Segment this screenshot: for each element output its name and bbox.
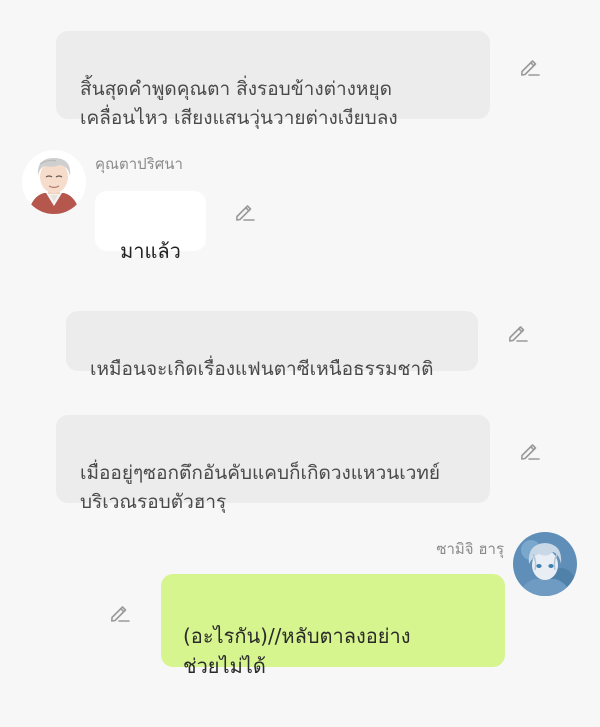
edit-icon[interactable] bbox=[518, 55, 542, 79]
grandpa-name: คุณตาปริศนา bbox=[95, 155, 183, 173]
edit-icon[interactable] bbox=[233, 200, 257, 224]
narration-bubble: เมื่ออยู่ๆซอกตึกอันคับแคบก็เกิดวงแหวนเวท… bbox=[56, 415, 490, 513]
narration-bubble: เหมือนจะเกิดเรื่องแฟนตาซีเหนือธรรมชาติ bbox=[66, 311, 478, 380]
message-text: มาแล้ว bbox=[120, 239, 181, 263]
outgoing-message-bubble: (อะไรกัน)//หลับตาลงอย่าง ช่วยไม่ได้ bbox=[161, 574, 505, 678]
grandpa-avatar[interactable] bbox=[22, 150, 86, 214]
message-text: (อะไรกัน)//หลับตาลงอย่าง ช่วยไม่ได้ bbox=[183, 624, 411, 678]
narration-text: เหมือนจะเกิดเรื่องแฟนตาซีเหนือธรรมชาติ bbox=[90, 358, 434, 380]
narration-text: สิ้นสุดคำพูดคุณตา สิ่งรอบข้างต่างหยุด เค… bbox=[80, 78, 398, 129]
edit-icon[interactable] bbox=[108, 601, 132, 625]
edit-icon[interactable] bbox=[506, 321, 530, 345]
incoming-message-bubble: มาแล้ว bbox=[95, 191, 206, 263]
narration-bubble: สิ้นสุดคำพูดคุณตา สิ่งรอบข้างต่างหยุด เค… bbox=[56, 31, 490, 129]
edit-icon[interactable] bbox=[518, 439, 542, 463]
narration-text: เมื่ออยู่ๆซอกตึกอันคับแคบก็เกิดวงแหวนเวท… bbox=[80, 462, 441, 513]
haru-name: ซามิจิ ฮารุ bbox=[436, 540, 504, 558]
haru-avatar[interactable] bbox=[513, 532, 577, 596]
